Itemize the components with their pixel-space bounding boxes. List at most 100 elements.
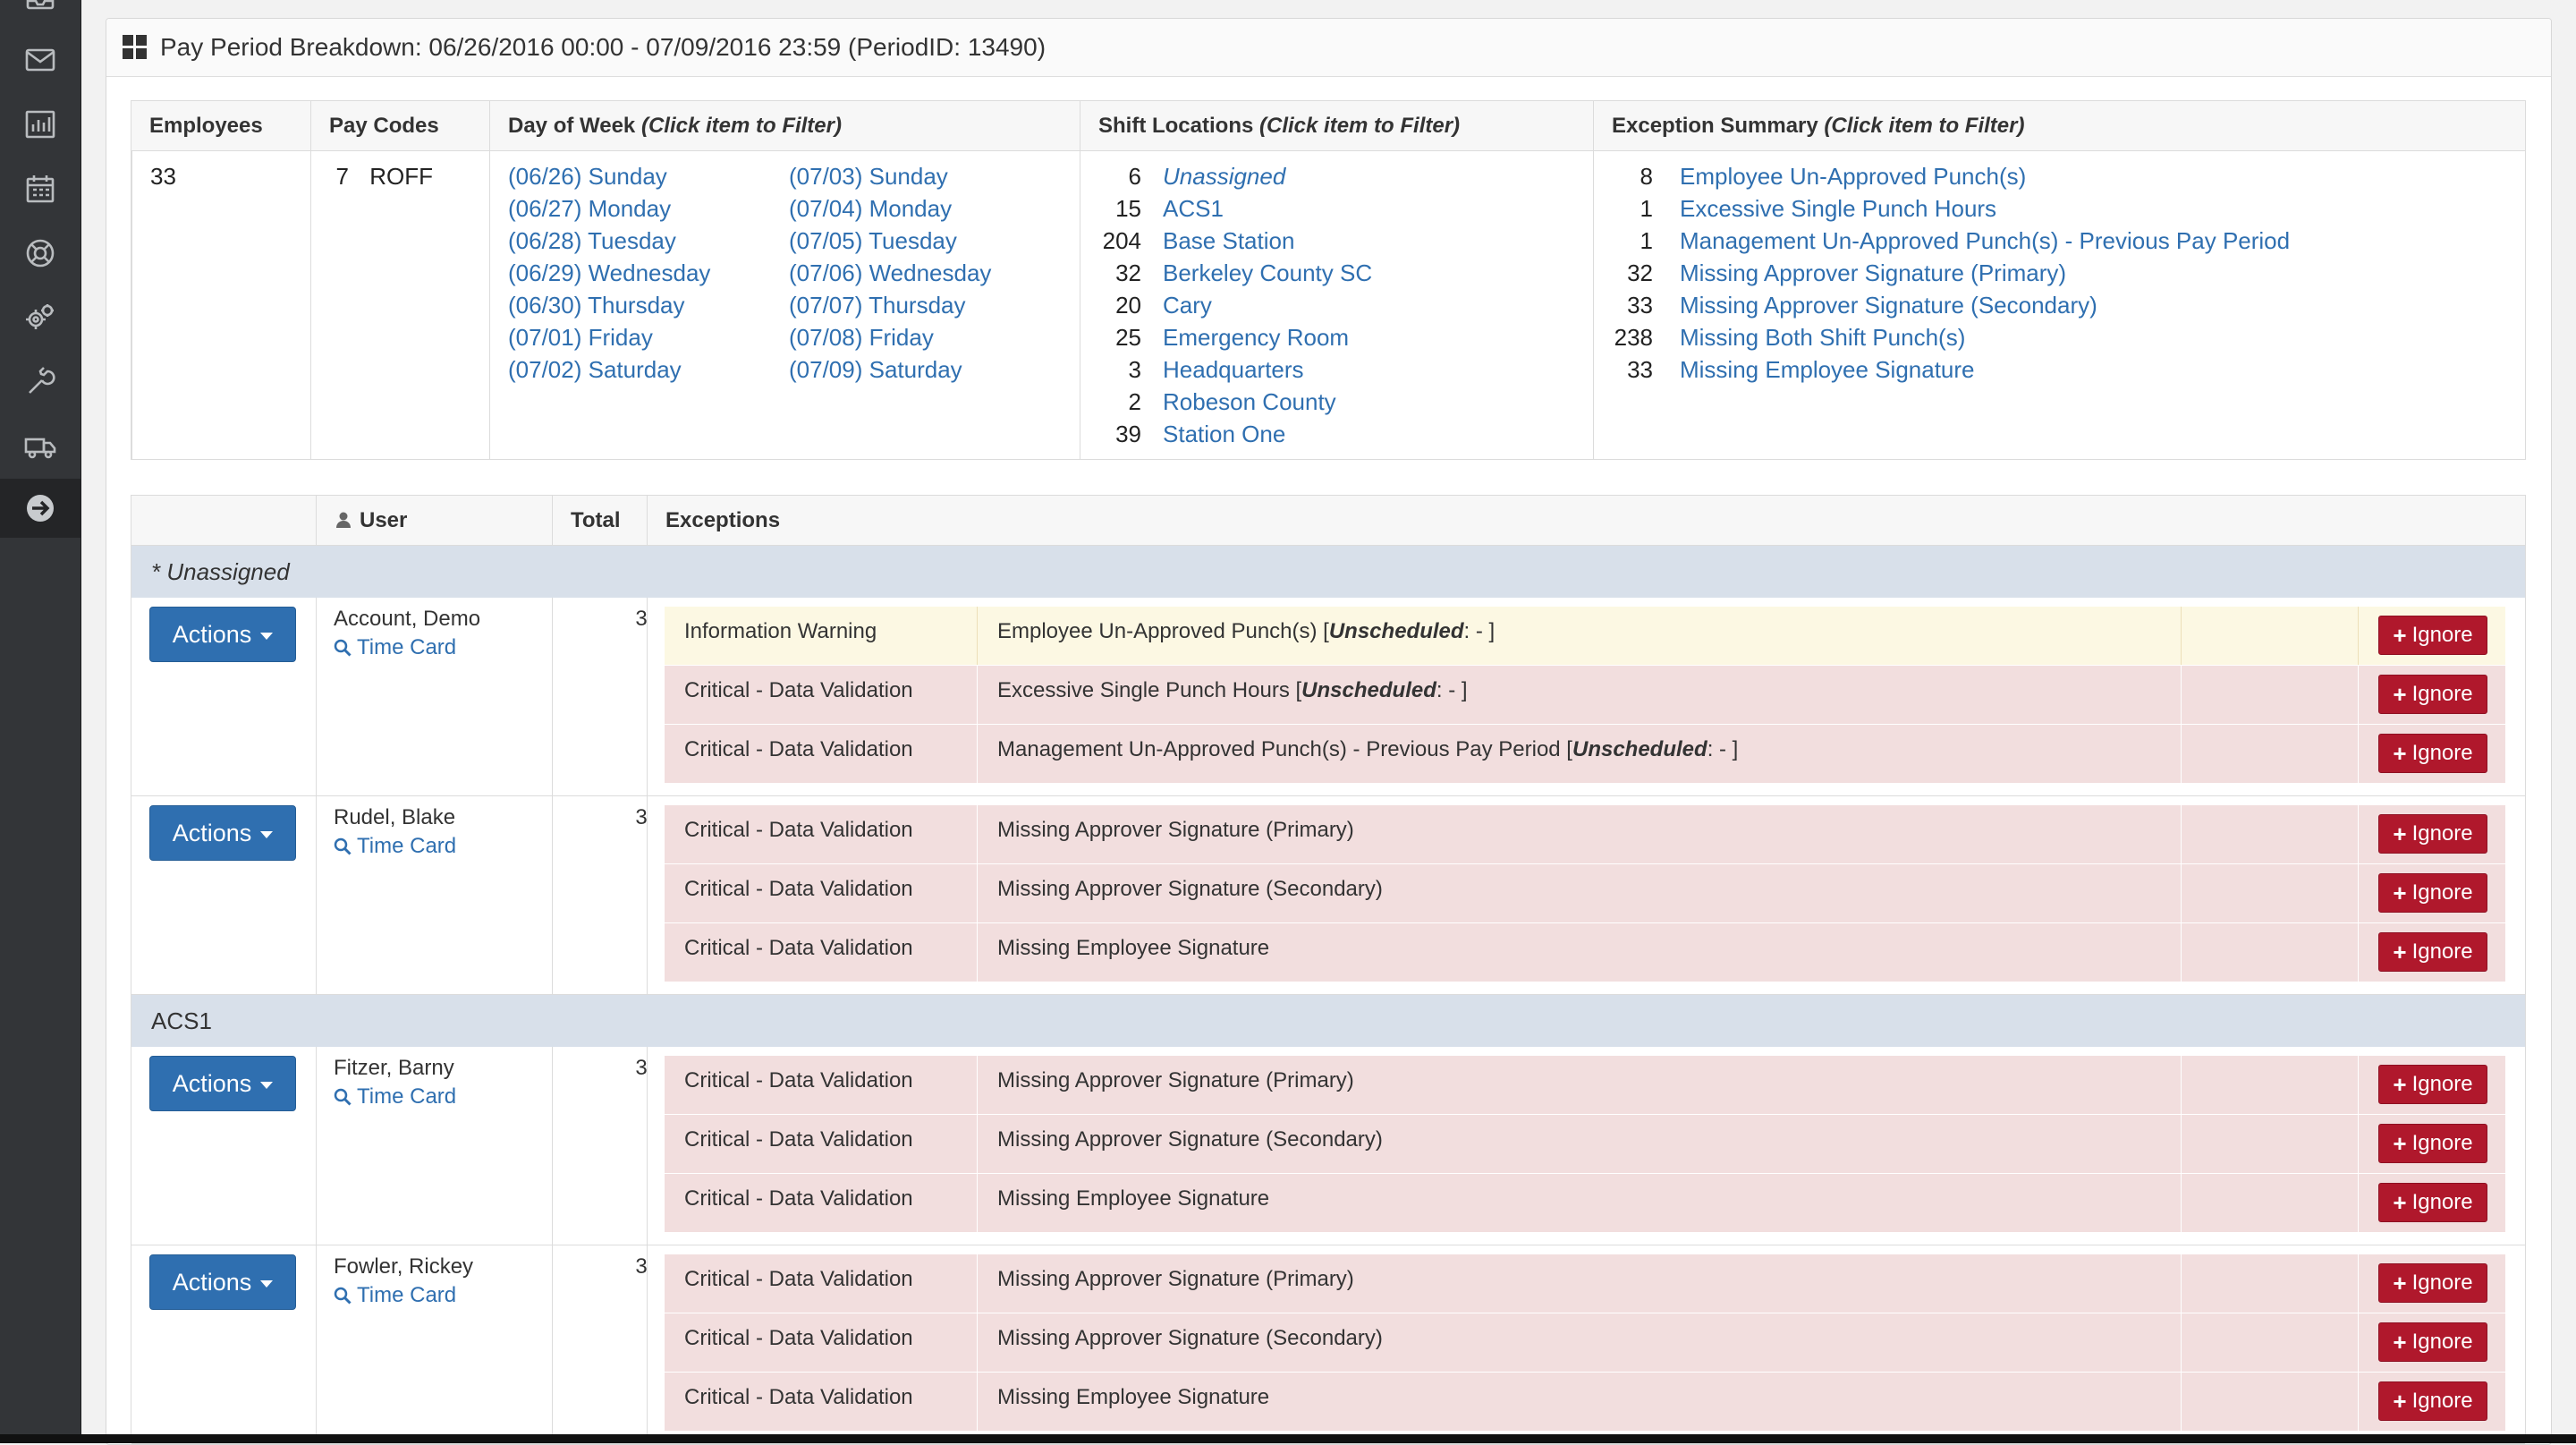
column-divider — [316, 1047, 317, 1245]
exception-link[interactable]: Management Un-Approved Punch(s) - Previo… — [1680, 227, 2290, 254]
time-card-link[interactable]: Time Card — [334, 1283, 456, 1308]
calendar-icon[interactable] — [0, 159, 80, 218]
ignore-button[interactable]: + Ignore — [2378, 616, 2487, 655]
day-filter-link[interactable]: (07/05) Tuesday — [789, 225, 957, 257]
time-card-link[interactable]: Time Card — [334, 834, 456, 859]
day-of-week-header-label: Day of Week — [508, 114, 636, 138]
panel-title: Pay Period Breakdown: 06/26/2016 00:00 -… — [160, 33, 1046, 61]
column-divider — [552, 1047, 553, 1245]
location-link[interactable]: Base Station — [1163, 227, 1294, 254]
day-filter-link[interactable]: (07/08) Friday — [789, 321, 934, 353]
day-filter-link[interactable]: (07/06) Wednesday — [789, 257, 991, 289]
truck-icon[interactable] — [0, 417, 80, 476]
day-filter-link[interactable]: (06/30) Thursday — [508, 289, 685, 321]
summary-table: Employees Pay Codes Day of Week (Click i… — [131, 100, 2526, 460]
exception-filter-item[interactable]: 1 Management Un-Approved Punch(s) - Previ… — [1612, 225, 2291, 257]
exceptions-header: Exceptions — [647, 496, 2525, 546]
location-filter-item[interactable]: 6 Unassigned — [1098, 160, 1286, 192]
ignore-button[interactable]: + Ignore — [2378, 675, 2487, 714]
exception-extra-cell — [2182, 1056, 2359, 1114]
exception-link[interactable]: Excessive Single Punch Hours — [1680, 195, 1996, 222]
filter-hint: (Click item to Filter) — [1824, 114, 2025, 138]
location-link[interactable]: ACS1 — [1163, 195, 1224, 222]
exception-severity: Critical - Data Validation — [665, 725, 978, 783]
location-filter-item[interactable]: 2 Robeson County — [1098, 386, 1336, 418]
ignore-button[interactable]: + Ignore — [2378, 1263, 2487, 1303]
exception-schedule: Unscheduled — [1301, 678, 1436, 702]
location-link[interactable]: Emergency Room — [1163, 324, 1349, 351]
location-filter-item[interactable]: 20 Cary — [1098, 289, 1212, 321]
arrow-right-circle-icon[interactable] — [0, 479, 80, 538]
exception-row: Critical - Data Validation Management Un-… — [665, 725, 2505, 784]
ignore-button[interactable]: + Ignore — [2378, 734, 2487, 773]
ignore-button[interactable]: + Ignore — [2378, 1124, 2487, 1163]
exception-text: Missing Approver Signature (Secondary) — [997, 1127, 1383, 1152]
day-filter-link[interactable]: (07/01) Friday — [508, 321, 653, 353]
bar-chart-icon[interactable] — [0, 95, 80, 154]
exception-link[interactable]: Missing Employee Signature — [1680, 356, 1975, 383]
search-icon — [334, 837, 352, 855]
ignore-button[interactable]: + Ignore — [2378, 1322, 2487, 1362]
location-link[interactable]: Robeson County — [1163, 388, 1336, 415]
ignore-button[interactable]: + Ignore — [2378, 1381, 2487, 1421]
ignore-label: Ignore — [2411, 1389, 2473, 1413]
location-link[interactable]: Station One — [1163, 421, 1285, 447]
actions-dropdown-button[interactable]: Actions — [149, 805, 296, 861]
exception-filter-item[interactable]: 33 Missing Approver Signature (Secondary) — [1612, 289, 2097, 321]
exception-description: Missing Approver Signature (Secondary) — [978, 864, 2182, 922]
exception-link[interactable]: Missing Approver Signature (Primary) — [1680, 259, 2066, 286]
exception-extra-cell — [2182, 805, 2359, 863]
shift-locations-header-label: Shift Locations — [1098, 114, 1254, 138]
ignore-label: Ignore — [2411, 741, 2473, 765]
time-card-link[interactable]: Time Card — [334, 1084, 456, 1109]
day-filter-link[interactable]: (07/09) Saturday — [789, 353, 962, 386]
day-filter-link[interactable]: (06/29) Wednesday — [508, 257, 710, 289]
exception-link[interactable]: Missing Both Shift Punch(s) — [1680, 324, 1965, 351]
actions-dropdown-button[interactable]: Actions — [149, 607, 296, 662]
ignore-button[interactable]: + Ignore — [2378, 814, 2487, 854]
column-divider — [647, 796, 648, 995]
support-icon[interactable] — [0, 224, 80, 283]
location-filter-item[interactable]: 32 Berkeley County SC — [1098, 257, 1372, 289]
day-filter-link[interactable]: (07/04) Monday — [789, 192, 952, 225]
exception-filter-item[interactable]: 32 Missing Approver Signature (Primary) — [1612, 257, 2066, 289]
plus-icon: + — [2393, 1270, 2407, 1296]
day-filter-link[interactable]: (07/02) Saturday — [508, 353, 682, 386]
exception-row: Critical - Data Validation Missing Approv… — [665, 1115, 2505, 1174]
exception-filter-item[interactable]: 238 Missing Both Shift Punch(s) — [1612, 321, 1966, 353]
location-filter-item[interactable]: 25 Emergency Room — [1098, 321, 1349, 353]
location-filter-item[interactable]: 15 ACS1 — [1098, 192, 1224, 225]
mail-icon[interactable] — [0, 30, 80, 89]
ignore-button[interactable]: + Ignore — [2378, 932, 2487, 972]
plus-icon: + — [2393, 681, 2407, 708]
location-filter-item[interactable]: 3 Headquarters — [1098, 353, 1304, 386]
wrench-icon[interactable] — [0, 353, 80, 412]
actions-dropdown-button[interactable]: Actions — [149, 1056, 296, 1111]
exception-link[interactable]: Missing Approver Signature (Secondary) — [1680, 292, 2097, 319]
day-filter-link[interactable]: (06/26) Sunday — [508, 160, 667, 192]
location-link[interactable]: Cary — [1163, 292, 1212, 319]
actions-dropdown-button[interactable]: Actions — [149, 1254, 296, 1310]
day-filter-link[interactable]: (07/03) Sunday — [789, 160, 948, 192]
ignore-button[interactable]: + Ignore — [2378, 1065, 2487, 1104]
location-link[interactable]: Berkeley County SC — [1163, 259, 1372, 286]
shift-locations-header: Shift Locations (Click item to Filter) — [1080, 101, 1593, 151]
exception-filter-item[interactable]: 33 Missing Employee Signature — [1612, 353, 1975, 386]
location-filter-item[interactable]: 204 Base Station — [1098, 225, 1295, 257]
inbox-icon[interactable] — [0, 0, 80, 29]
day-filter-link[interactable]: (06/27) Monday — [508, 192, 671, 225]
exception-filter-item[interactable]: 1 Excessive Single Punch Hours — [1612, 192, 1997, 225]
location-link[interactable]: Unassigned — [1163, 163, 1285, 190]
location-link[interactable]: Headquarters — [1163, 356, 1304, 383]
ignore-button[interactable]: + Ignore — [2378, 1183, 2487, 1222]
ignore-button[interactable]: + Ignore — [2378, 873, 2487, 913]
actions-label: Actions — [172, 620, 252, 648]
exception-filter-item[interactable]: 8 Employee Un-Approved Punch(s) — [1612, 160, 2027, 192]
day-of-week-header: Day of Week (Click item to Filter) — [489, 101, 1080, 151]
day-filter-link[interactable]: (07/07) Thursday — [789, 289, 966, 321]
day-filter-link[interactable]: (06/28) Tuesday — [508, 225, 676, 257]
location-filter-item[interactable]: 39 Station One — [1098, 418, 1285, 450]
gears-icon[interactable] — [0, 288, 80, 347]
exception-link[interactable]: Employee Un-Approved Punch(s) — [1680, 163, 2026, 190]
time-card-link[interactable]: Time Card — [334, 635, 456, 660]
